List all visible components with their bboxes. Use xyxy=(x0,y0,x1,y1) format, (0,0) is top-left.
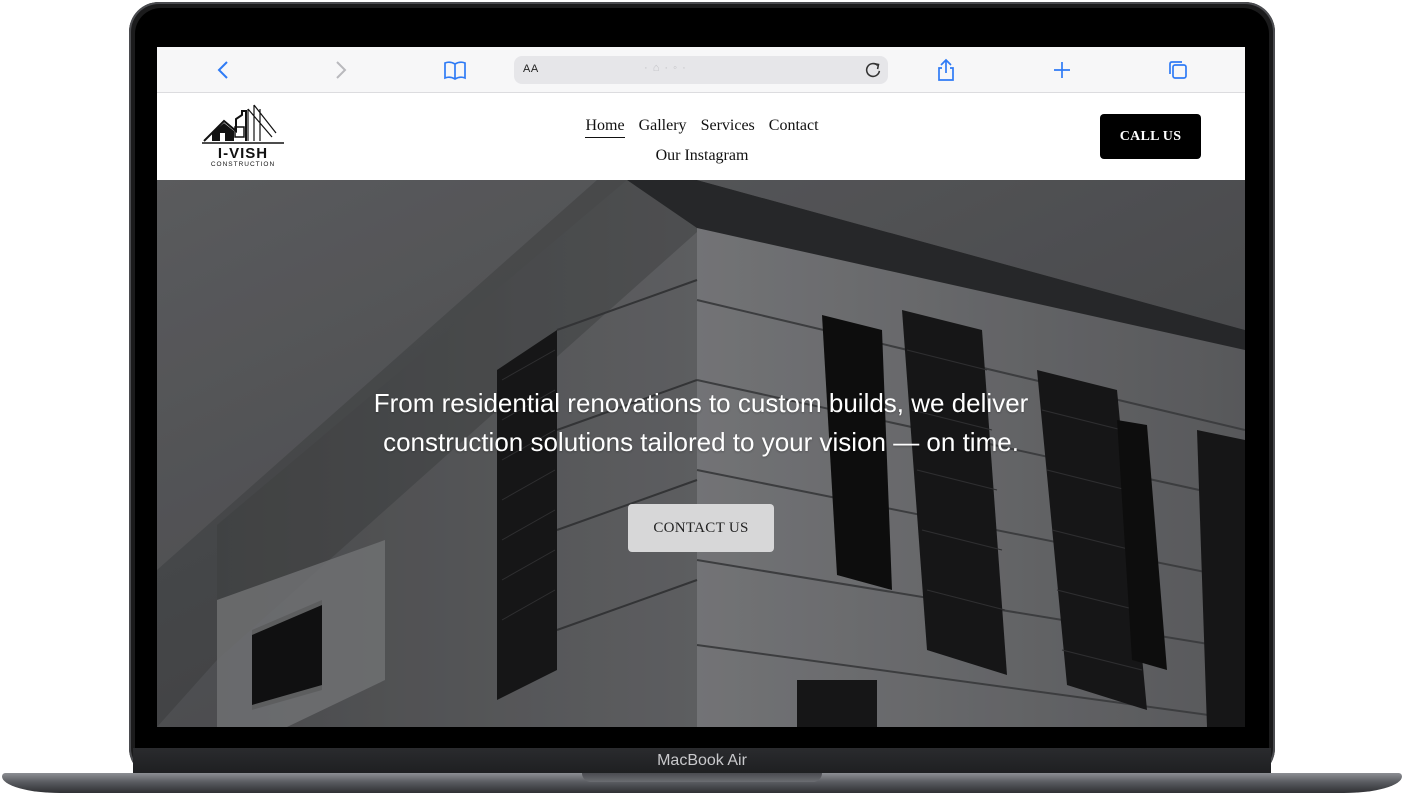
nav-instagram[interactable]: Our Instagram xyxy=(656,147,749,164)
forward-icon[interactable] xyxy=(328,58,352,82)
address-text: · ⌂ · ◦ · xyxy=(644,62,687,74)
main-nav: Home Gallery Services Contact Our Instag… xyxy=(537,111,867,171)
logo-tagline: CONSTRUCTION xyxy=(210,161,276,168)
laptop-notch xyxy=(582,773,822,782)
contact-us-button[interactable]: CONTACT US xyxy=(628,504,774,552)
browser-toolbar: AA · ⌂ · ◦ · xyxy=(157,47,1245,93)
reload-icon[interactable] xyxy=(862,59,884,81)
laptop-chin: MacBook Air xyxy=(133,748,1271,776)
nav-contact[interactable]: Contact xyxy=(769,117,819,134)
device-label: MacBook Air xyxy=(657,752,747,769)
house-logo-icon xyxy=(202,104,284,144)
hero-headline: From residential renovations to custom b… xyxy=(373,388,1029,457)
address-bar[interactable]: AA · ⌂ · ◦ · xyxy=(514,56,888,84)
tabs-icon[interactable] xyxy=(1166,58,1190,82)
back-icon[interactable] xyxy=(212,58,236,82)
bookmarks-icon[interactable] xyxy=(443,58,467,82)
hero-section: From residential renovations to custom b… xyxy=(157,180,1245,727)
nav-services[interactable]: Services xyxy=(701,117,755,134)
share-icon[interactable] xyxy=(934,58,958,82)
nav-home[interactable]: Home xyxy=(585,117,625,138)
site-logo[interactable]: I-VISH CONSTRUCTION xyxy=(202,103,284,169)
call-us-button[interactable]: CALL US xyxy=(1100,114,1201,159)
new-tab-icon[interactable] xyxy=(1050,58,1074,82)
browser-screen: AA · ⌂ · ◦ · I-VISH CONSTRUCTION Home Ga… xyxy=(157,47,1245,727)
nav-gallery[interactable]: Gallery xyxy=(639,117,687,134)
reader-button[interactable]: AA xyxy=(523,63,539,75)
site-header: I-VISH CONSTRUCTION Home Gallery Service… xyxy=(157,93,1245,180)
logo-name: I-VISH xyxy=(217,145,269,162)
